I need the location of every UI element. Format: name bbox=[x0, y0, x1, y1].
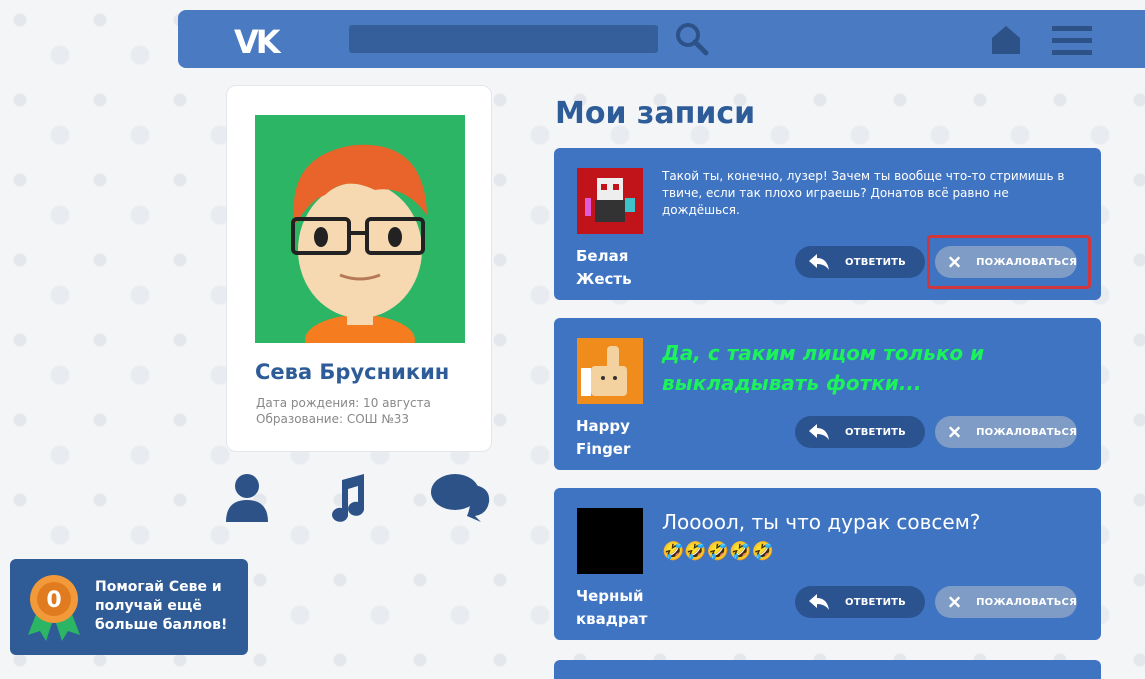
reply-label: ОТВЕТИТЬ bbox=[845, 426, 907, 438]
reply-label: ОТВЕТИТЬ bbox=[845, 256, 907, 268]
post-card: Happy Finger Да, с таким лицом только и … bbox=[554, 318, 1101, 470]
reply-label: ОТВЕТИТЬ bbox=[845, 596, 907, 608]
report-label: ПОЖАЛОВАТЬСЯ bbox=[976, 426, 1077, 438]
medal-value: 0 bbox=[46, 588, 61, 613]
report-label: ПОЖАЛОВАТЬСЯ bbox=[976, 256, 1077, 268]
profile-name: Сева Брусникин bbox=[255, 360, 450, 384]
reply-icon bbox=[809, 254, 829, 270]
post-text-line: Лоооол, ты что дурак совсем? bbox=[662, 510, 981, 534]
report-label: ПОЖАЛОВАТЬСЯ bbox=[976, 596, 1077, 608]
post-emoji: 🤣🤣🤣🤣🤣 bbox=[662, 541, 775, 562]
post-text: Да, с таким лицом только и выкладывать ф… bbox=[662, 341, 985, 395]
reply-button[interactable]: ОТВЕТИТЬ bbox=[795, 586, 925, 618]
post-text: Такой ты, конечно, лузер! Зачем ты вообщ… bbox=[662, 169, 1065, 217]
report-button[interactable]: ПОЖАЛОВАТЬСЯ bbox=[935, 246, 1077, 278]
medal-icon: 0 bbox=[28, 575, 80, 641]
reply-button[interactable]: ОТВЕТИТЬ bbox=[795, 246, 925, 278]
profile-education: Образование: СОШ №33 bbox=[256, 412, 410, 426]
user-icon[interactable] bbox=[224, 472, 270, 522]
profile-card: Сева Брусникин Дата рождения: 10 августа… bbox=[226, 85, 492, 452]
post-avatar bbox=[577, 338, 643, 404]
page-title: Мои записи bbox=[555, 96, 756, 131]
profile-info: Дата рождения: 10 августа Образование: С… bbox=[256, 395, 431, 427]
post-avatar bbox=[577, 508, 643, 574]
bonus-card[interactable]: 0 Помогай Севе и получай ещё больше балл… bbox=[10, 559, 248, 655]
post-author[interactable]: Белая Жесть bbox=[576, 245, 656, 291]
close-icon bbox=[949, 256, 961, 268]
post-author[interactable]: Happy Finger bbox=[576, 415, 656, 461]
reply-icon bbox=[809, 594, 829, 610]
close-icon bbox=[949, 596, 961, 608]
post-author[interactable]: Черный квадрат bbox=[576, 585, 656, 631]
reply-button[interactable]: ОТВЕТИТЬ bbox=[795, 416, 925, 448]
search-icon[interactable] bbox=[675, 22, 709, 56]
reply-icon bbox=[809, 424, 829, 440]
post-card: Белая Жесть Такой ты, конечно, лузер! За… bbox=[554, 148, 1101, 300]
vk-logo[interactable]: VK bbox=[234, 23, 281, 61]
bonus-text: Помогай Севе и получай ещё больше баллов… bbox=[95, 579, 228, 633]
search-input[interactable] bbox=[349, 25, 658, 53]
post-text: Лоооол, ты что дурак совсем? 🤣🤣🤣🤣🤣 bbox=[662, 508, 1072, 566]
close-icon bbox=[949, 426, 961, 438]
menu-icon[interactable] bbox=[1052, 24, 1092, 56]
profile-avatar bbox=[255, 115, 465, 343]
report-button[interactable]: ПОЖАЛОВАТЬСЯ bbox=[935, 586, 1077, 618]
top-header: VK bbox=[178, 10, 1145, 68]
music-icon[interactable] bbox=[328, 472, 368, 522]
messages-icon[interactable] bbox=[429, 472, 493, 522]
report-button[interactable]: ПОЖАЛОВАТЬСЯ bbox=[935, 416, 1077, 448]
home-icon[interactable] bbox=[990, 24, 1022, 56]
post-avatar bbox=[577, 168, 643, 234]
post-card: Черный квадрат Лоооол, ты что дурак совс… bbox=[554, 488, 1101, 640]
profile-birth: Дата рождения: 10 августа bbox=[256, 396, 431, 410]
post-card-partial bbox=[554, 660, 1101, 679]
